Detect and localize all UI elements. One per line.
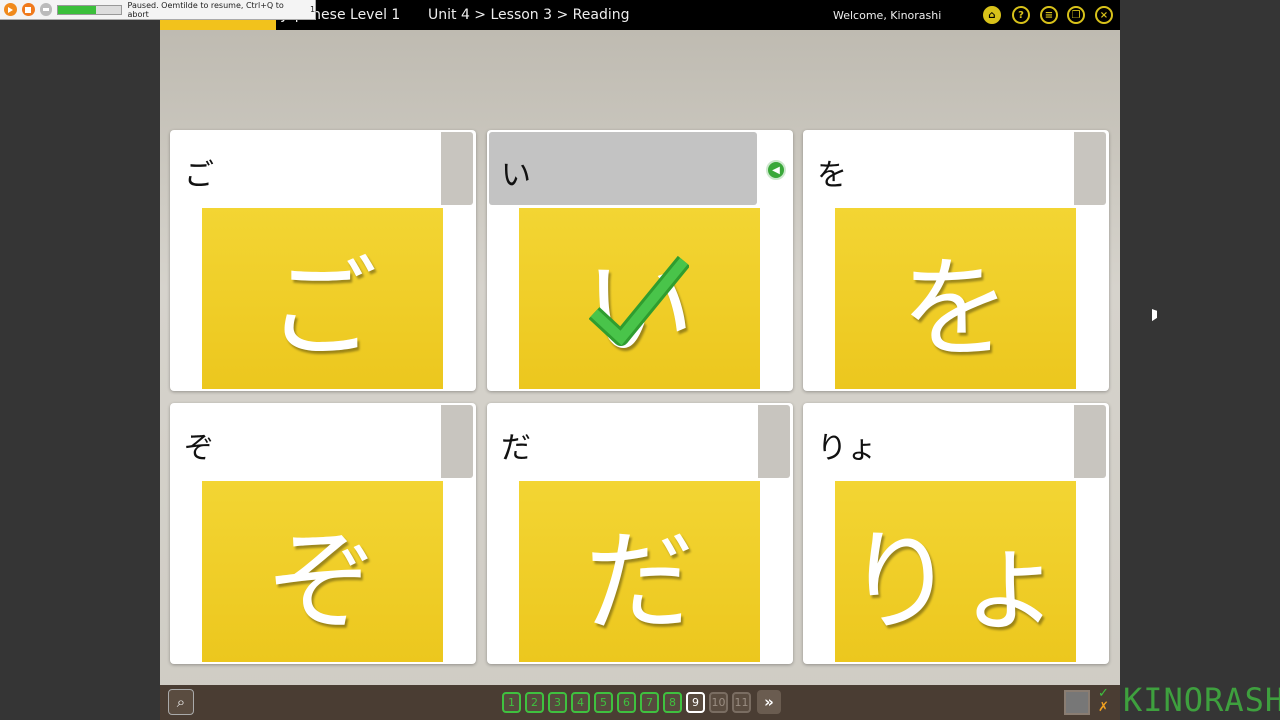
checkmark-icon: [589, 255, 689, 346]
close-icon[interactable]: ×: [1095, 6, 1113, 24]
card-header: りょ: [805, 405, 1073, 478]
card-header: ご: [172, 132, 440, 205]
flashcard[interactable]: だ だ: [487, 403, 793, 664]
window-icon[interactable]: ❐: [1067, 6, 1085, 24]
card-tab[interactable]: ◀: [758, 132, 790, 205]
page-button[interactable]: 7: [640, 692, 659, 713]
card-image[interactable]: だ: [519, 481, 760, 662]
card-image-text: りょ: [845, 517, 1066, 646]
mouse-cursor: [1152, 309, 1157, 323]
eject-icon[interactable]: [39, 3, 53, 16]
card-image-text: ご: [267, 244, 378, 373]
recorder-count: 1: [309, 5, 316, 14]
app-window: Japanese Level 1 Unit 4 > Lesson 3 > Rea…: [160, 0, 1120, 720]
card-label: ご: [184, 158, 214, 193]
pagination: 1 2 3 4 5 6 7 8 9 10 11 »: [502, 690, 781, 714]
home-icon[interactable]: ⌂: [983, 6, 1001, 24]
card-label: りょ: [817, 431, 877, 466]
recorder-status: Paused. Oemtilde to resume, Ctrl+Q to ab…: [127, 0, 284, 19]
flashcard[interactable]: りょ りょ: [803, 403, 1109, 664]
magnifier-icon[interactable]: ⌕: [168, 689, 194, 715]
score-icon: ✓ ✗: [1098, 686, 1109, 715]
breadcrumb: Unit 4 > Lesson 3 > Reading: [428, 7, 630, 23]
recorder-progress: [57, 4, 123, 15]
page-button[interactable]: 4: [571, 692, 590, 713]
page-button[interactable]: 9: [686, 692, 705, 713]
card-header: ぞ: [172, 405, 440, 478]
welcome-text: Welcome, Kinorashi: [833, 9, 942, 22]
page-button[interactable]: 3: [548, 692, 567, 713]
card-image[interactable]: りょ: [835, 481, 1076, 662]
card-image-text: だ: [584, 517, 695, 646]
watermark-logo: KINORASHI: [1123, 681, 1280, 719]
card-header: を: [805, 132, 1073, 205]
flashcard[interactable]: を を: [803, 130, 1109, 391]
play-icon[interactable]: [4, 3, 17, 16]
card-image[interactable]: ぞ: [202, 481, 443, 662]
card-image[interactable]: を: [835, 208, 1076, 389]
help-icon[interactable]: ?: [1012, 6, 1030, 24]
card-header: だ: [489, 405, 757, 478]
book-icon[interactable]: [1064, 690, 1090, 715]
card-label: い: [501, 158, 531, 193]
stop-icon[interactable]: [21, 3, 35, 16]
card-tab[interactable]: [1074, 132, 1106, 205]
flashcard[interactable]: ご ご: [170, 130, 476, 391]
flashcard[interactable]: ぞ ぞ: [170, 403, 476, 664]
card-label: だ: [501, 431, 531, 466]
card-tab[interactable]: [1074, 405, 1106, 478]
card-label: を: [817, 158, 847, 193]
page-button[interactable]: 6: [617, 692, 636, 713]
bottom-bar: ⌕ 1 2 3 4 5 6 7 8 9 10 11 » ✓ ✗: [160, 685, 1120, 720]
card-tab[interactable]: [441, 405, 473, 478]
page-button[interactable]: 11: [732, 692, 751, 713]
page-button[interactable]: 1: [502, 692, 521, 713]
card-image-text: ぞ: [267, 517, 378, 646]
recorder-toolbar: Paused. Oemtilde to resume, Ctrl+Q to ab…: [0, 0, 316, 20]
page-button[interactable]: 10: [709, 692, 728, 713]
next-page-button[interactable]: »: [757, 690, 781, 714]
card-image[interactable]: い: [519, 208, 760, 389]
speaker-icon[interactable]: ◀: [766, 160, 786, 180]
card-header: い: [489, 132, 757, 205]
page-button[interactable]: 2: [525, 692, 544, 713]
card-tab[interactable]: [441, 132, 473, 205]
page-button[interactable]: 5: [594, 692, 613, 713]
flashcard[interactable]: い ◀ い: [487, 130, 793, 391]
menu-icon[interactable]: ≡: [1040, 6, 1058, 24]
card-image[interactable]: ご: [202, 208, 443, 389]
card-image-text: を: [900, 244, 1011, 373]
card-tab[interactable]: [758, 405, 790, 478]
card-label: ぞ: [184, 431, 214, 466]
page-button[interactable]: 8: [663, 692, 682, 713]
